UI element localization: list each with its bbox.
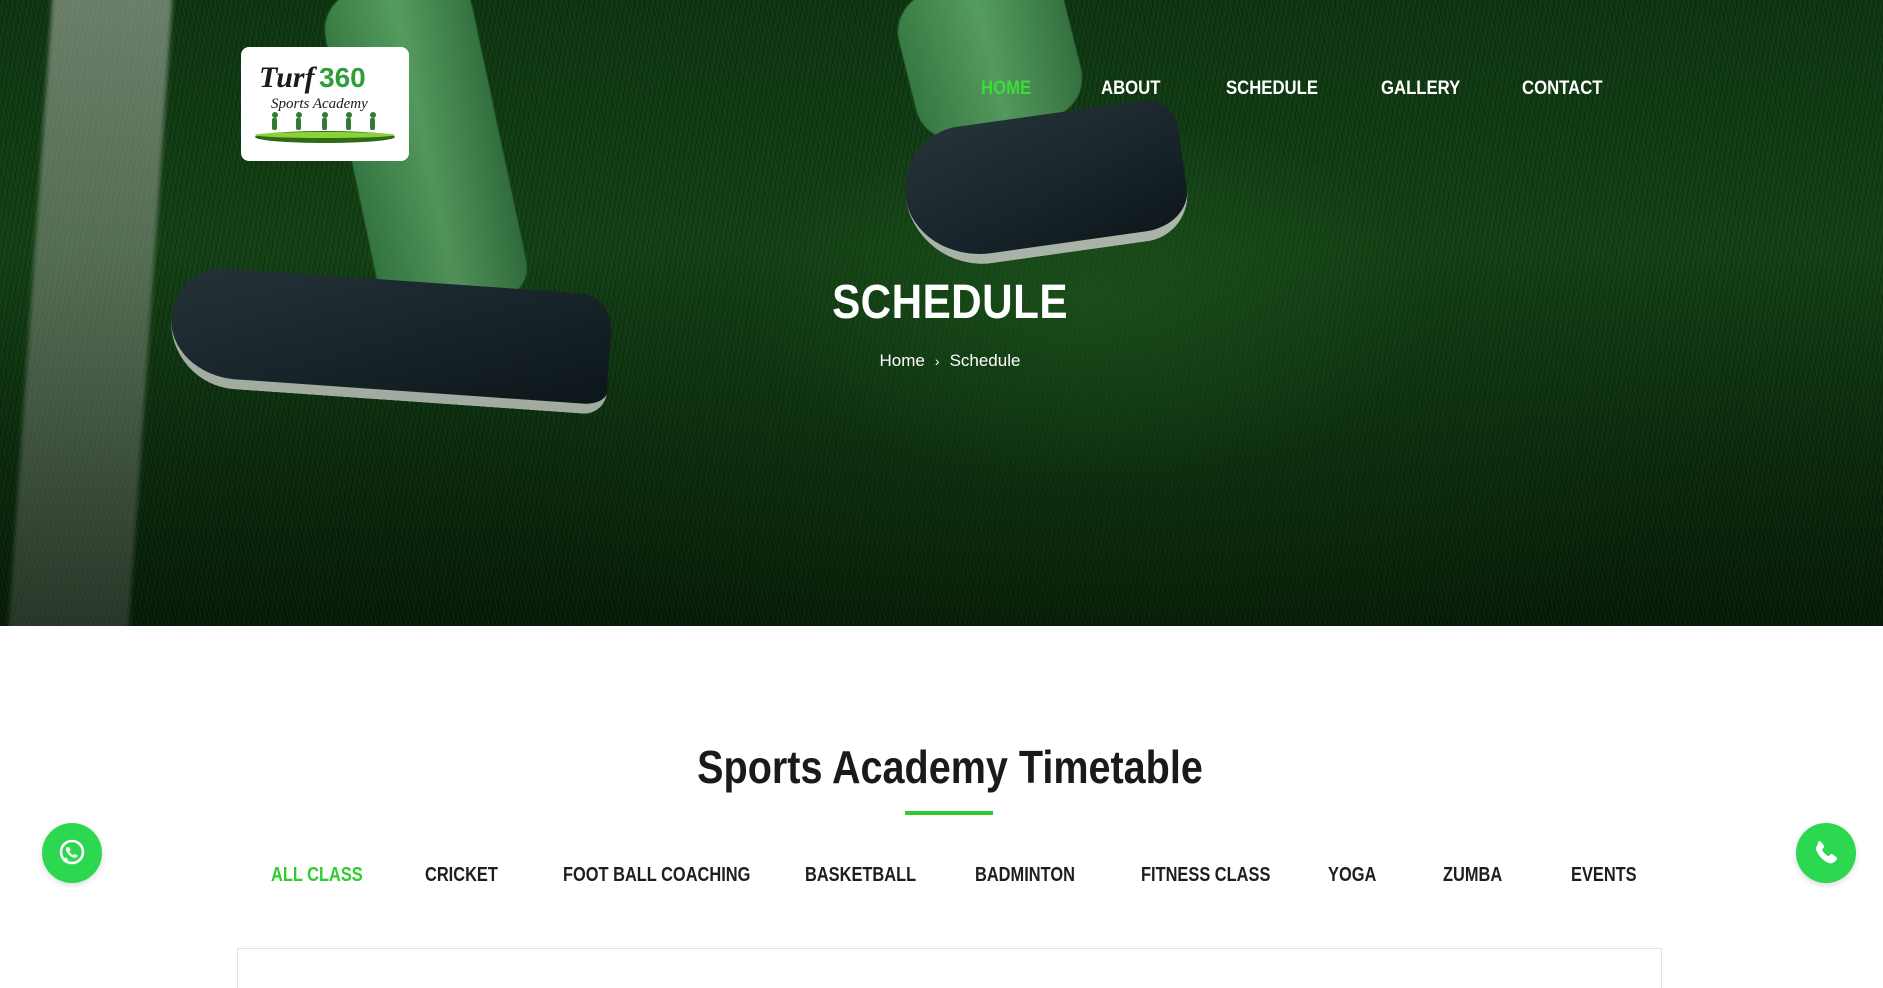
section-title: Sports Academy Timetable bbox=[697, 741, 1203, 793]
filter-all-class[interactable]: ALL CLASS bbox=[271, 864, 363, 887]
timetable-filters: ALL CLASS CRICKET FOOT BALL COACHING BAS… bbox=[0, 864, 1883, 892]
nav-home[interactable]: HOME bbox=[981, 78, 1031, 100]
main-nav: HOME ABOUT SCHEDULE GALLERY CONTACT bbox=[0, 78, 1883, 108]
filter-zumba[interactable]: ZUMBA bbox=[1443, 864, 1502, 887]
filter-cricket[interactable]: CRICKET bbox=[425, 864, 498, 887]
filter-badminton[interactable]: BADMINTON bbox=[975, 864, 1075, 887]
filter-football-coaching[interactable]: FOOT BALL COACHING bbox=[563, 864, 750, 887]
nav-contact[interactable]: CONTACT bbox=[1522, 78, 1602, 100]
hero-banner: Turf 360 Sports Academy HOME ABOUT SCHED… bbox=[0, 0, 1883, 626]
nav-gallery[interactable]: GALLERY bbox=[1381, 78, 1460, 100]
filter-yoga[interactable]: YOGA bbox=[1328, 864, 1376, 887]
page-title: SCHEDULE bbox=[832, 276, 1068, 329]
timetable-table bbox=[237, 948, 1662, 988]
whatsapp-button[interactable] bbox=[42, 823, 102, 883]
breadcrumb-separator-icon: › bbox=[934, 352, 940, 369]
filter-events[interactable]: EVENTS bbox=[1571, 864, 1637, 887]
filter-basketball[interactable]: BASKETBALL bbox=[805, 864, 916, 887]
title-underline bbox=[905, 811, 993, 815]
nav-schedule[interactable]: SCHEDULE bbox=[1226, 78, 1318, 100]
phone-button[interactable] bbox=[1796, 823, 1856, 883]
logo-ground-highlight bbox=[255, 132, 395, 138]
breadcrumb-current: Schedule bbox=[949, 350, 1021, 370]
logo-athletes bbox=[272, 112, 376, 130]
phone-icon bbox=[1816, 841, 1837, 864]
whatsapp-icon bbox=[59, 839, 85, 865]
nav-about[interactable]: ABOUT bbox=[1101, 78, 1160, 100]
filter-fitness-class[interactable]: FITNESS CLASS bbox=[1141, 864, 1270, 887]
breadcrumb-home[interactable]: Home bbox=[880, 351, 925, 371]
breadcrumb: Home › Schedule bbox=[0, 350, 1883, 371]
